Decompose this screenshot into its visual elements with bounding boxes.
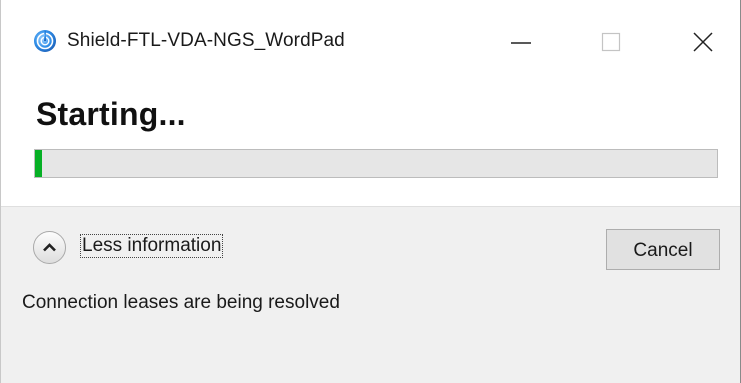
cancel-button[interactable]: Cancel [606,229,720,270]
less-information-link[interactable]: Less information [79,234,224,258]
citrix-receiver-icon [33,29,57,53]
status-heading: Starting... [36,96,186,132]
chevron-up-icon [43,243,56,252]
maximize-button[interactable] [591,26,631,58]
minimize-icon [511,42,531,44]
maximize-icon [601,32,621,52]
status-message: Connection leases are being resolved [22,292,340,313]
launch-dialog-window: Shield-FTL-VDA-NGS_WordPad Starting... L… [0,0,741,383]
progress-bar-fill [35,150,42,177]
title-bar[interactable]: Shield-FTL-VDA-NGS_WordPad [1,0,740,88]
close-icon [693,32,713,52]
details-panel: Less information Cancel Connection lease… [1,206,740,383]
minimize-button[interactable] [501,26,541,58]
progress-bar [34,149,718,178]
window-title: Shield-FTL-VDA-NGS_WordPad [67,30,345,51]
details-toggle-button[interactable] [33,231,66,264]
close-button[interactable] [683,26,723,58]
